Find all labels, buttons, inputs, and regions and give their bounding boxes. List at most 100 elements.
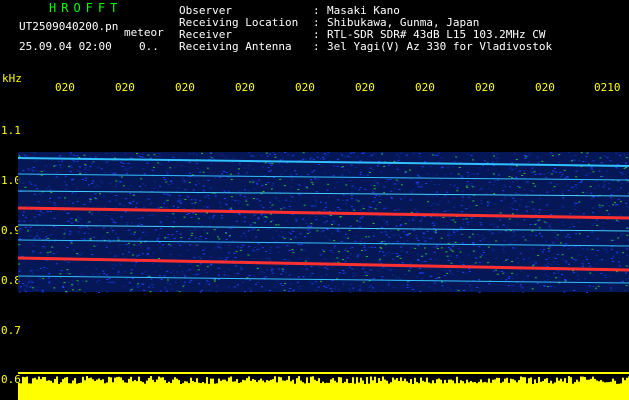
noise-speck [42, 212, 45, 214]
noise-speck [111, 230, 114, 232]
time-tick: 020 [235, 81, 255, 94]
noise-speck [72, 289, 74, 291]
baseline-bar [526, 383, 528, 400]
noise-speck [152, 166, 155, 168]
noise-speck [19, 238, 21, 240]
noise-speck [330, 250, 333, 252]
noise-speck [331, 224, 333, 225]
noise-speck [578, 201, 581, 203]
noise-speck [158, 265, 161, 267]
noise-speck [435, 195, 438, 197]
noise-speck [194, 202, 197, 204]
noise-speck [545, 222, 548, 224]
noise-speck [253, 250, 256, 252]
noise-speck [315, 191, 318, 193]
noise-speck [35, 235, 38, 237]
noise-speck [410, 178, 413, 180]
noise-speck [105, 161, 108, 163]
noise-speck [196, 180, 199, 182]
time-tick: 020 [175, 81, 195, 94]
noise-speck [269, 253, 272, 254]
noise-speck [487, 169, 489, 171]
noise-speck [445, 251, 448, 253]
noise-speck [575, 271, 578, 273]
noise-speck [193, 257, 196, 259]
noise-speck [379, 246, 382, 248]
baseline-bar [88, 378, 90, 400]
noise-speck [160, 206, 163, 208]
noise-speck [573, 159, 576, 161]
noise-speck [529, 224, 532, 226]
noise-speck [532, 265, 535, 267]
noise-speck [450, 173, 453, 174]
noise-speck [309, 225, 312, 227]
noise-speck [327, 285, 330, 286]
noise-speck [341, 154, 344, 156]
noise-speck [509, 207, 512, 209]
noise-speck [92, 180, 95, 182]
baseline-bar [486, 382, 488, 400]
noise-speck [429, 258, 432, 260]
baseline-bar [194, 382, 196, 400]
noise-speck [274, 156, 277, 158]
noise-speck [78, 289, 81, 291]
noise-speck [569, 213, 572, 215]
noise-speck [29, 169, 32, 171]
noise-speck [440, 157, 443, 159]
noise-speck [315, 216, 318, 218]
baseline-bar [26, 376, 28, 400]
noise-speck [467, 224, 469, 226]
noise-speck [85, 226, 88, 228]
noise-speck [461, 196, 464, 198]
noise-speck [358, 288, 361, 290]
noise-speck [270, 270, 273, 272]
noise-speck [399, 223, 402, 225]
noise-speck [206, 167, 209, 169]
noise-speck [496, 226, 499, 228]
noise-speck [37, 201, 40, 203]
noise-speck [323, 251, 326, 253]
baseline-bar [396, 378, 398, 400]
noise-speck [375, 195, 378, 196]
baseline-bar [246, 378, 248, 400]
noise-speck [349, 266, 351, 268]
noise-speck [129, 185, 132, 187]
baseline-bar [142, 382, 144, 400]
noise-speck [414, 208, 417, 210]
noise-speck [84, 179, 87, 181]
baseline-bar [150, 376, 152, 400]
noise-speck [298, 194, 301, 196]
noise-speck [399, 257, 402, 259]
noise-speck [515, 274, 518, 276]
noise-speck [186, 249, 189, 251]
noise-speck [166, 171, 169, 173]
noise-speck [519, 170, 522, 172]
noise-speck [213, 215, 216, 217]
noise-speck [578, 254, 581, 256]
noise-speck [251, 229, 254, 231]
noise-speck [68, 220, 71, 222]
noise-speck [43, 266, 46, 268]
noise-speck [469, 284, 472, 286]
noise-speck [47, 237, 50, 239]
baseline-bar [544, 378, 546, 400]
noise-speck [618, 180, 621, 182]
noise-speck [174, 217, 177, 218]
noise-speck [249, 224, 252, 226]
noise-speck [465, 185, 468, 187]
baseline-bar [572, 383, 574, 400]
noise-speck [218, 267, 220, 269]
noise-speck [604, 155, 607, 157]
noise-speck [138, 244, 140, 246]
noise-speck [558, 270, 561, 272]
noise-speck [51, 246, 54, 248]
baseline-bar [610, 381, 612, 400]
noise-speck [282, 158, 285, 160]
noise-speck [258, 179, 261, 181]
noise-speck [66, 246, 69, 248]
baseline-bar [320, 383, 322, 400]
noise-speck [288, 232, 291, 233]
noise-speck [367, 272, 369, 274]
noise-speck [53, 247, 56, 249]
noise-speck [304, 236, 307, 238]
